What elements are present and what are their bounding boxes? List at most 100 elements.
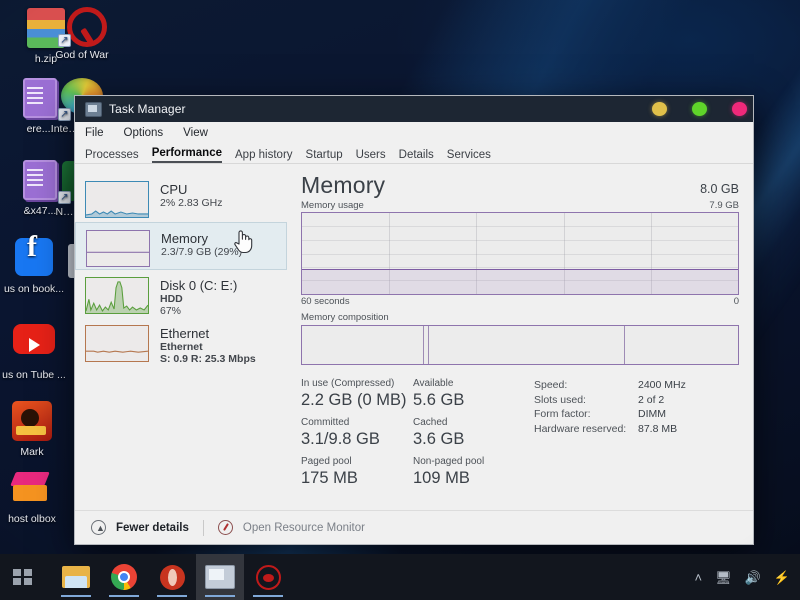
minimize-button[interactable] — [652, 102, 667, 116]
shortcut-arrow-icon: ↗ — [58, 34, 71, 47]
tab-details[interactable]: Details — [399, 149, 434, 163]
usage-line — [302, 268, 738, 271]
usage-graph-max: 7.9 GB — [709, 200, 739, 211]
stat-value: 109 MB — [413, 469, 470, 487]
desktop-icon[interactable]: Mark — [0, 400, 78, 458]
resource-thumbnail-ethernet — [85, 325, 149, 362]
memory-statistics: In use (Compressed) 2.2 GB (0 MB) Availabl… — [301, 378, 739, 495]
open-resource-monitor-link[interactable]: Open Resource Monitor — [243, 522, 365, 534]
window-body: CPU 2% 2.83 GHz Memory 2.3/7.9 GB (29%) Disk… — [75, 164, 753, 510]
taskbar[interactable]: ˄ 🖥 🔊 ⚡ — [0, 554, 800, 600]
statistics-row: Paged pool 175 MB Non-paged pool 109 MB — [301, 456, 526, 488]
stat-value: 175 MB — [301, 469, 358, 487]
taskbar-buttons — [52, 554, 292, 600]
tab-services[interactable]: Services — [447, 149, 491, 163]
maximize-button[interactable] — [692, 102, 707, 116]
sidebar-item-memory[interactable]: Memory 2.3/7.9 GB (29%) — [75, 222, 287, 270]
menu-item-view[interactable]: View — [183, 127, 208, 139]
resource-sub1: 2.3/7.9 GB (29%) — [161, 246, 243, 258]
tab-strip: Processes Performance App history Startup Us… — [75, 144, 753, 164]
menu-item-options[interactable]: Options — [124, 127, 164, 139]
composition-label: Memory composition — [301, 312, 389, 323]
close-button[interactable] — [732, 102, 747, 116]
memory-usage-graph[interactable] — [301, 212, 739, 295]
tab-processes[interactable]: Processes — [85, 149, 139, 163]
opera-browser-icon — [159, 564, 185, 590]
resource-label-group: CPU 2% 2.83 GHz — [160, 181, 222, 209]
stat-label: In use (Compressed) — [301, 378, 395, 389]
shortcut-arrow-icon: ↗ — [58, 108, 71, 121]
tab-users[interactable]: Users — [356, 149, 386, 163]
resource-sub1: HDD — [160, 293, 183, 305]
timespan-label: 60 seconds — [301, 296, 350, 307]
taskbar-button-file-explorer[interactable] — [52, 554, 100, 600]
detail-value: 87.8 MB — [638, 422, 678, 435]
resource-sub1: Ethernet — [160, 341, 203, 353]
statistics-grid: In use (Compressed) 2.2 GB (0 MB) Availabl… — [301, 378, 526, 495]
memory-composition-bar[interactable] — [301, 325, 739, 365]
detail-label: Hardware reserved: — [534, 422, 627, 435]
hardware-detail-row: Form factor: DIMM — [534, 407, 686, 422]
detail-value: 2400 MHz — [638, 379, 686, 391]
chevron-up-icon[interactable]: ˄ — [695, 571, 703, 584]
composition-segment-standby — [429, 326, 626, 364]
taskbar-button-red-eye-app[interactable] — [244, 554, 292, 600]
sidebar-item-disk-0-c-e[interactable]: Disk 0 (C: E:) HDD 67% — [75, 270, 287, 318]
taskbar-button-task-manager[interactable] — [196, 554, 244, 600]
panel-header: Memory 8.0 GB — [301, 172, 739, 199]
hardware-detail-row: Speed: 2400 MHz — [534, 378, 686, 393]
axis-min-label: 0 — [733, 296, 739, 307]
stat-label: Cached — [413, 417, 448, 428]
fewer-details-button[interactable]: Fewer details — [116, 522, 189, 534]
stat-label: Available — [413, 378, 454, 389]
statistics-row: In use (Compressed) 2.2 GB (0 MB) Availabl… — [301, 378, 526, 410]
usage-graph-label: Memory usage — [301, 200, 364, 211]
tab-app-history[interactable]: App history — [235, 149, 293, 163]
stat-value: 3.1/9.8 GB — [301, 430, 380, 448]
usage-graph-labels: Memory usage 7.9 GB — [301, 200, 739, 211]
volume-icon[interactable]: 🔊 — [745, 571, 761, 584]
tab-performance[interactable]: Performance — [151, 147, 222, 163]
task-view-icon[interactable] — [0, 554, 44, 600]
taskbar-button-opera-browser[interactable] — [148, 554, 196, 600]
stat-label: Committed — [301, 417, 350, 428]
task-manager-window[interactable]: Task Manager File Options View Processes… — [74, 95, 754, 545]
desktop-icon[interactable]: host olbox — [0, 466, 78, 525]
system-tray: ˄ 🖥 🔊 ⚡ — [695, 571, 800, 584]
page-title: Memory — [301, 172, 386, 198]
stat-cell: Committed 3.1/9.8 GB — [301, 417, 413, 449]
desktop-icon-label: Mark — [20, 446, 44, 458]
detail-label: Speed: — [534, 379, 568, 391]
resource-thumbnail-disk — [85, 277, 149, 314]
resource-label-group: Disk 0 (C: E:) HDD 67% — [160, 277, 237, 317]
sidebar-item-cpu[interactable]: CPU 2% 2.83 GHz — [75, 174, 287, 222]
stat-cell: Paged pool 175 MB — [301, 456, 413, 488]
desktop-icon[interactable]: ↗ God of War — [36, 4, 128, 61]
resource-name: Memory — [161, 231, 208, 246]
stat-label: Non-paged pool — [413, 456, 485, 467]
detail-label: Slots used: — [534, 393, 586, 406]
tab-startup[interactable]: Startup — [306, 149, 343, 163]
sidebar-item-ethernet[interactable]: Ethernet Ethernet S: 0.9 R: 25.3 Mbps — [75, 318, 287, 366]
stat-value: 2.2 GB (0 MB) — [301, 391, 407, 409]
window-title: Task Manager — [109, 102, 186, 116]
task-manager-icon — [85, 101, 102, 117]
desktop-icon[interactable]: us on Tube ... — [0, 318, 80, 381]
battery-icon[interactable]: ⚡ — [774, 571, 790, 584]
desktop-icon-label: host olbox — [8, 513, 56, 525]
resource-sub1: 2% 2.83 GHz — [160, 197, 223, 209]
network-icon[interactable]: 🖥 — [715, 571, 732, 584]
desktop-icon-label: God of War — [55, 49, 109, 61]
stat-value: 5.6 GB — [413, 391, 465, 409]
resource-monitor-icon — [217, 520, 233, 535]
3d-icon — [10, 401, 54, 443]
footer-divider — [202, 519, 204, 536]
detail-value: DIMM — [638, 408, 666, 420]
window-title-bar[interactable]: Task Manager — [75, 96, 753, 122]
mouse-cursor-hand — [234, 230, 253, 254]
taskbar-button-google-chrome[interactable] — [100, 554, 148, 600]
stat-cell: Cached 3.6 GB — [413, 417, 526, 449]
resource-thumbnail-memory — [86, 230, 150, 267]
stat-value: 3.6 GB — [413, 430, 465, 448]
menu-item-file[interactable]: File — [85, 127, 104, 139]
